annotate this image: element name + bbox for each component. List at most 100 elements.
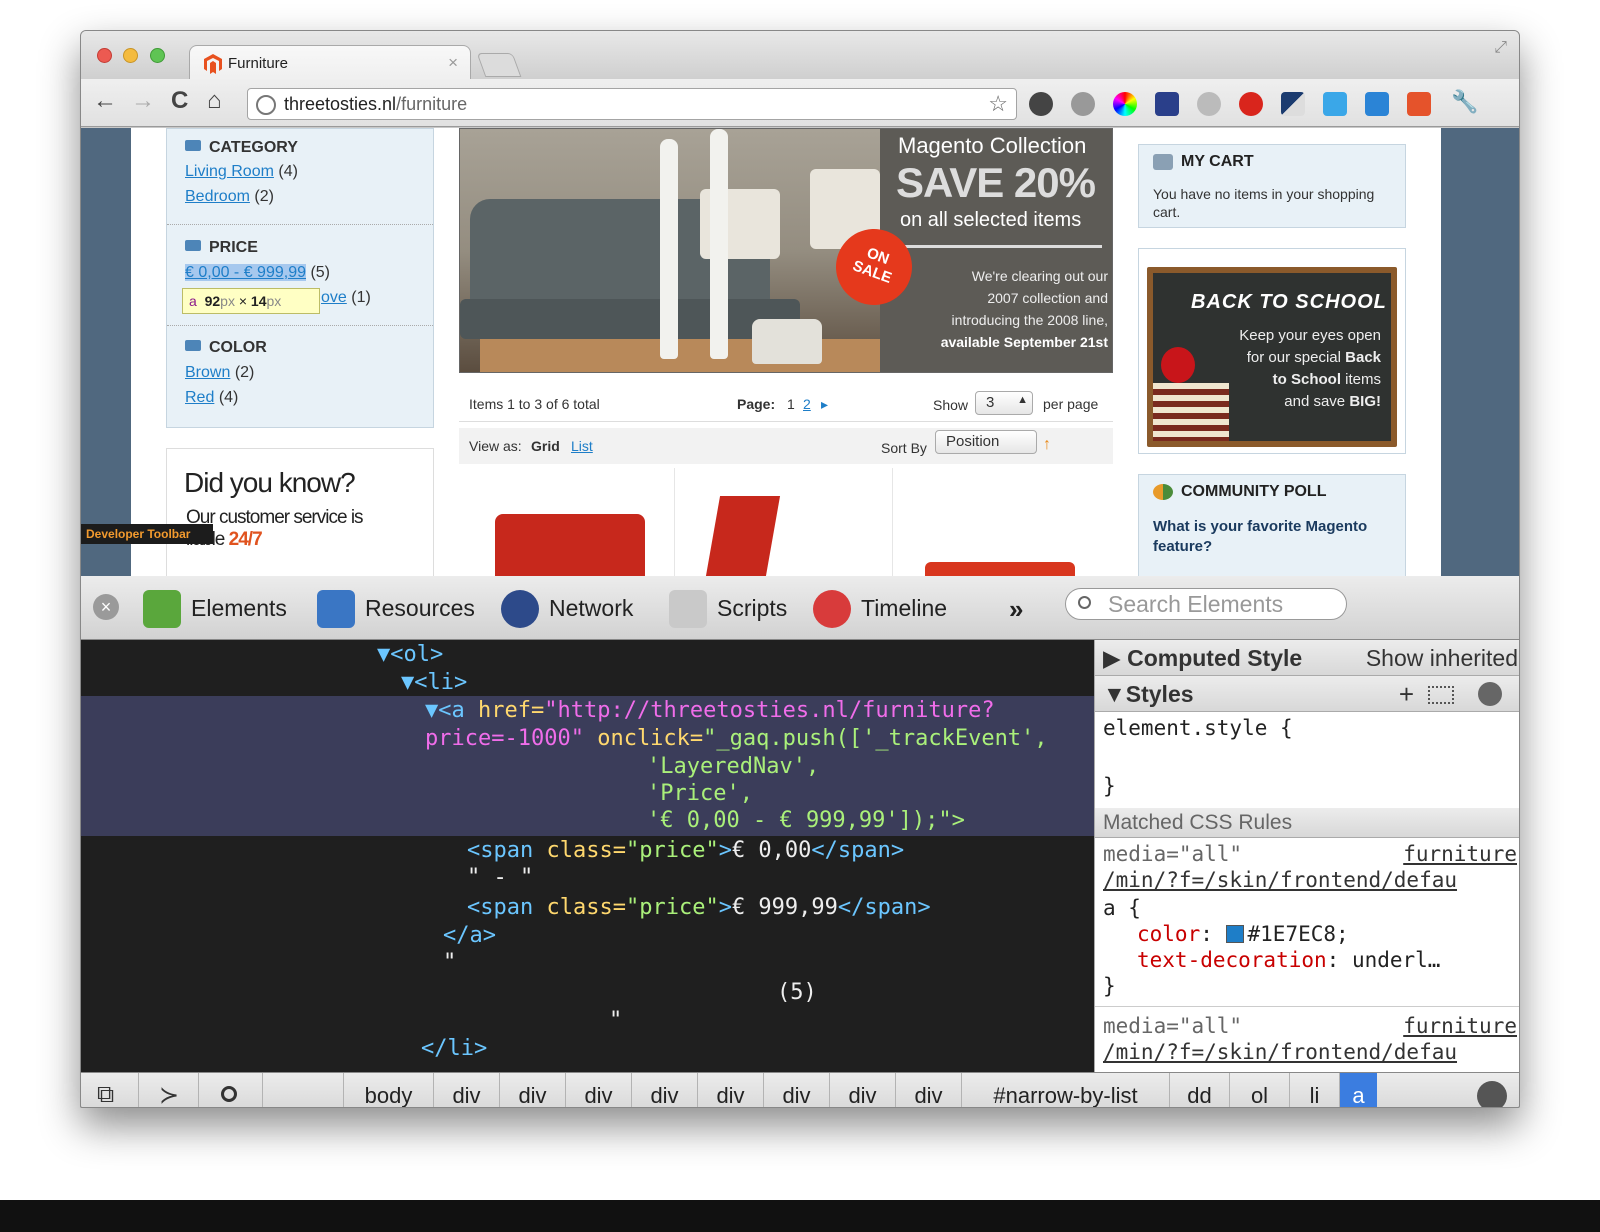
price-range-link[interactable]: € 0,00 - € 999,99 <box>185 264 306 281</box>
breadcrumb-item[interactable]: div <box>829 1073 895 1107</box>
address-bar[interactable]: threetosties.nl/furniture ☆ <box>247 88 1017 120</box>
product-cell[interactable] <box>895 468 1111 576</box>
sort-direction-icon[interactable]: ↑ <box>1043 436 1051 454</box>
developer-toolbar-badge[interactable]: Developer Toolbar <box>81 524 213 544</box>
source-link[interactable]: furniture <box>1403 842 1517 866</box>
breadcrumb-item[interactable]: div <box>763 1073 829 1107</box>
breadcrumb-item[interactable]: div <box>697 1073 763 1107</box>
brown-link[interactable]: Brown <box>185 364 230 381</box>
devtools-settings-gear-icon[interactable] <box>1477 1081 1507 1107</box>
product-image <box>705 496 781 576</box>
console-toggle-icon[interactable]: ≻ <box>141 1073 199 1107</box>
breadcrumb-item[interactable]: li <box>1289 1073 1339 1107</box>
home-icon[interactable]: ⌂ <box>207 87 222 115</box>
back-to-school-block[interactable]: BACK TO SCHOOL Keep your eyes open for o… <box>1138 248 1406 454</box>
show-inherited-option[interactable]: Show inherited <box>1366 645 1518 672</box>
tab-close-icon[interactable]: × <box>448 53 458 73</box>
node-span-1[interactable]: <span class="price">€ 0,00</span> <box>467 838 904 863</box>
node-a[interactable]: ▼<a href="http://threetosties.nl/furnitu… <box>425 698 995 723</box>
breadcrumb-item[interactable]: div <box>895 1073 961 1107</box>
extension-icon-4[interactable] <box>1155 92 1179 116</box>
node-text-count[interactable]: (5) <box>777 980 817 1005</box>
extension-chat-icon[interactable] <box>1323 92 1347 116</box>
sort-select[interactable]: Position <box>935 430 1037 454</box>
source-path-link[interactable]: /min/?f=/skin/frontend/defau <box>1103 1040 1457 1064</box>
node-li-close[interactable]: </li> <box>421 1036 487 1061</box>
minimize-window-button[interactable] <box>123 48 138 63</box>
breadcrumb-item[interactable]: body <box>343 1073 433 1107</box>
fullscreen-icon[interactable]: ⤢ <box>1494 39 1507 57</box>
forward-icon[interactable]: → <box>131 87 155 115</box>
node-a-close[interactable]: </a> <box>443 923 496 948</box>
styles-header[interactable]: ▼Styles + <box>1095 676 1519 712</box>
node-span-2[interactable]: <span class="price">€ 999,99</span> <box>467 895 931 920</box>
extension-icon-9[interactable] <box>1365 92 1389 116</box>
more-tabs-icon[interactable]: » <box>1009 594 1023 625</box>
source-link[interactable]: furniture <box>1403 1014 1517 1038</box>
next-page-icon[interactable]: ▸ <box>821 396 828 413</box>
source-path-link[interactable]: /min/?f=/skin/frontend/defau <box>1103 868 1457 892</box>
tooltip-height: 14 <box>250 293 267 309</box>
reload-icon[interactable]: C <box>171 87 188 115</box>
breadcrumb-item[interactable]: #narrow-by-list <box>961 1073 1169 1107</box>
per-page-select[interactable]: 3 ▲ <box>975 391 1033 415</box>
bedroom-count: (2) <box>254 188 274 205</box>
tab-network[interactable]: Network <box>501 586 651 630</box>
node-text-dash[interactable]: " - " <box>467 865 533 890</box>
tab-furniture[interactable]: Furniture × <box>189 45 471 81</box>
extension-icon-7[interactable] <box>1281 92 1305 116</box>
tab-resources[interactable]: Resources <box>317 586 479 630</box>
product-cell[interactable] <box>459 468 675 576</box>
extension-color-icon[interactable] <box>1113 92 1137 116</box>
element-style-rule[interactable]: element.style { <box>1103 716 1293 740</box>
elements-panel[interactable]: ▼<ol> ▼<li> ▼<a href="http://threetostie… <box>81 640 1094 1072</box>
css-selector[interactable]: a { <box>1103 896 1141 920</box>
breadcrumb-item[interactable]: div <box>499 1073 565 1107</box>
extension-u-icon[interactable] <box>1407 92 1431 116</box>
tab-elements[interactable]: Elements <box>143 586 293 630</box>
extension-icon-1[interactable] <box>1029 92 1053 116</box>
node-li[interactable]: ▼<li> <box>401 670 467 695</box>
dock-toggle-icon[interactable]: ⧉ <box>81 1073 139 1108</box>
page-2-link[interactable]: 2 <box>803 396 811 412</box>
bedroom-link[interactable]: Bedroom <box>185 188 250 205</box>
breadcrumb-item[interactable]: div <box>433 1073 499 1107</box>
product-cell[interactable] <box>677 468 893 576</box>
extension-stop-icon[interactable] <box>1239 92 1263 116</box>
inspect-search-icon[interactable] <box>201 1073 263 1107</box>
tab-scripts[interactable]: Scripts <box>669 586 799 630</box>
node-ol[interactable]: ▼<ol> <box>377 642 443 667</box>
zoom-window-button[interactable] <box>150 48 165 63</box>
code-class-val: "price" <box>625 838 719 863</box>
new-tab-button[interactable] <box>476 53 522 77</box>
breadcrumb-item[interactable]: ol <box>1229 1073 1289 1107</box>
breadcrumb-item[interactable]: div <box>565 1073 631 1107</box>
styles-title: Styles <box>1125 681 1194 707</box>
breadcrumb-item[interactable]: div <box>631 1073 697 1107</box>
computed-style-header[interactable]: ▶ Computed Style Show inherited <box>1095 640 1519 676</box>
element-state-icon[interactable] <box>1428 686 1454 704</box>
red-link[interactable]: Red <box>185 389 214 406</box>
back-icon[interactable]: ← <box>93 87 117 115</box>
breadcrumb-item[interactable]: dd <box>1169 1073 1229 1107</box>
wrench-icon[interactable]: 🔧 <box>1451 89 1478 114</box>
price-above-link[interactable]: ove <box>321 289 347 306</box>
add-rule-icon[interactable]: + <box>1399 679 1414 710</box>
bookmark-star-icon[interactable]: ☆ <box>988 91 1008 117</box>
devtools-close-icon[interactable]: × <box>93 594 119 620</box>
promo-line-3a: to School <box>1272 371 1341 388</box>
tab-timeline[interactable]: Timeline <box>813 586 973 630</box>
dock-glyph: ⧉ <box>97 1081 115 1108</box>
close-window-button[interactable] <box>97 48 112 63</box>
extension-gear-icon[interactable] <box>1071 92 1095 116</box>
promo-banner[interactable]: Magento Collection SAVE 20% on all selec… <box>459 128 1113 373</box>
color-declaration[interactable]: color: #1E7EC8; <box>1137 922 1349 946</box>
extension-icon-5[interactable] <box>1197 92 1221 116</box>
settings-gear-icon[interactable] <box>1478 682 1502 706</box>
list-view-link[interactable]: List <box>571 438 593 454</box>
color-swatch[interactable] <box>1225 925 1244 943</box>
living-room-link[interactable]: Living Room <box>185 163 274 180</box>
search-elements-input[interactable]: Search Elements <box>1065 588 1347 620</box>
breadcrumb-item[interactable]: a <box>1339 1073 1377 1107</box>
text-decoration-declaration[interactable]: text-decoration: underl… <box>1137 948 1440 972</box>
